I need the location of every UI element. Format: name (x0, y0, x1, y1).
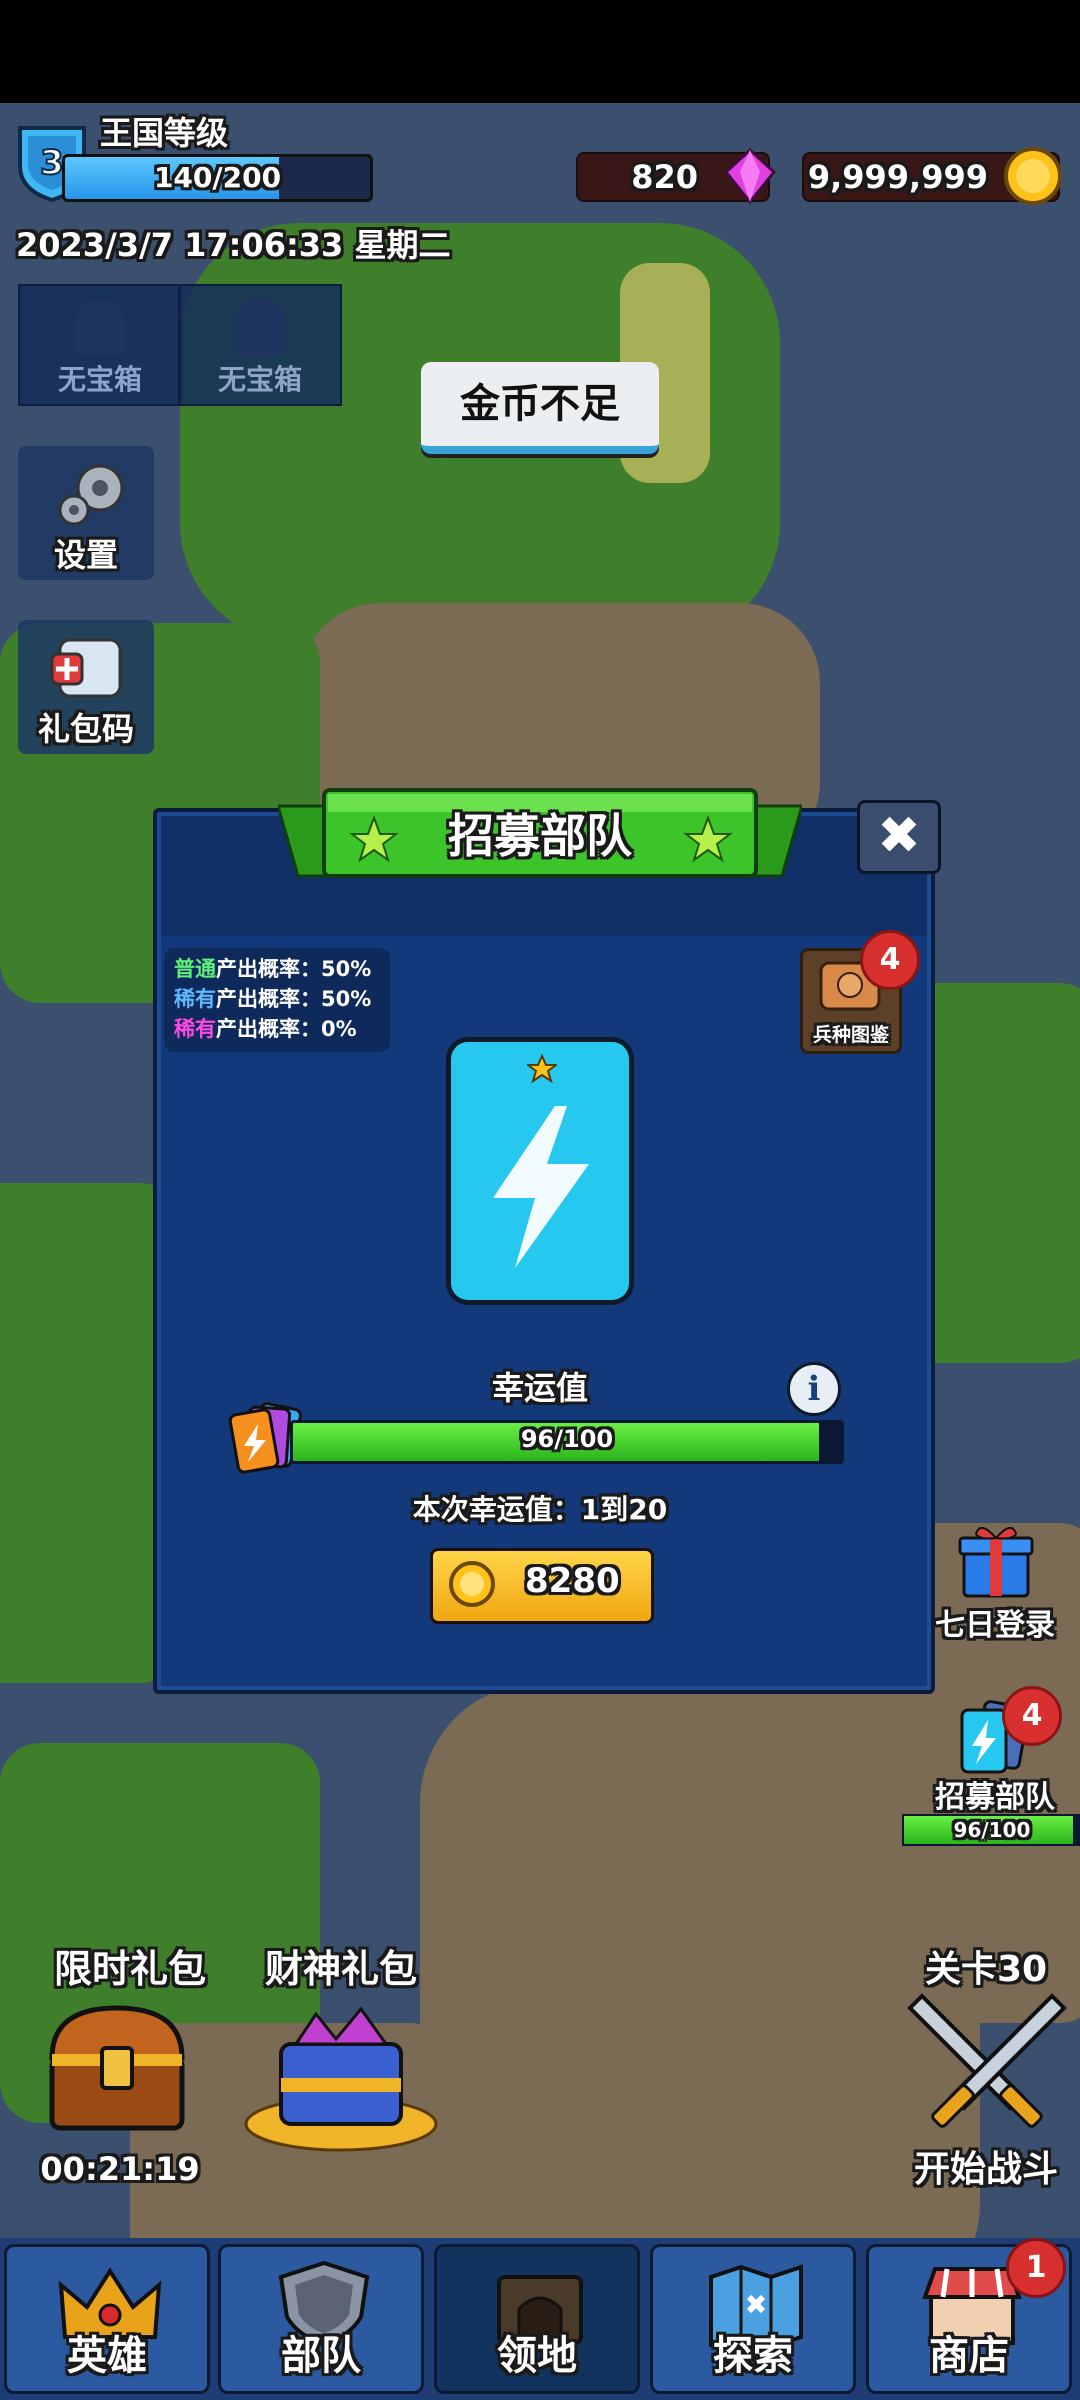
recruit-notification-badge: 4 (1002, 1686, 1062, 1746)
rate-row-rare: 稀有产出概率：50% (174, 984, 380, 1014)
gift-code-button[interactable]: 礼包码 (18, 620, 154, 754)
start-battle-button[interactable]: 关卡30 开始战斗 (892, 1940, 1080, 2190)
seven-day-login-button[interactable]: 七日登录 (920, 1520, 1070, 1643)
recruit-badge-count: 4 (1021, 1698, 1043, 1733)
limited-pack-label: 限时礼包 (53, 1947, 206, 1991)
nav-tab-troops[interactable]: 部队 (218, 2244, 424, 2394)
datetime-text: 2023/3/7 17:06:33 星期二 (16, 226, 451, 264)
dialog-title: 招募部队 (448, 809, 632, 863)
settings-label: 设置 (53, 536, 118, 574)
empty-chest-icon (235, 300, 285, 355)
luck-progress-bar: 96/100 (290, 1420, 844, 1464)
coin-count: 9,999,999 (807, 158, 988, 196)
limited-pack-timer: 00:21:19 (40, 2150, 200, 2188)
close-icon: ✖ (877, 806, 921, 866)
chest-slot-label: 无宝箱 (57, 363, 142, 396)
info-button[interactable]: i (787, 1362, 841, 1416)
nav-tab-label: 英雄 (67, 2333, 147, 2379)
stage-label: 关卡30 (924, 1949, 1048, 1990)
dialog-title-wrap: 招募部队 (278, 786, 802, 898)
bottom-nav-bar: 英雄 部队 领地 探索 商店 1 (0, 2238, 1080, 2400)
lightning-icon (493, 1106, 589, 1268)
insufficient-coins-toast: 金币不足 (421, 362, 659, 454)
toast-text: 金币不足 (460, 381, 620, 427)
luck-label: 幸运值 (491, 1369, 588, 1407)
shop-badge-count: 1 (1025, 2250, 1047, 2285)
rate-text: 产出概率：50% (216, 957, 372, 981)
treasure-pile-icon (244, 2006, 438, 2152)
shop-notification-badge: 1 (1006, 2238, 1066, 2298)
nav-tab-label: 商店 (929, 2333, 1009, 2379)
rate-text: 产出概率：50% (216, 987, 372, 1011)
gear-icon (58, 464, 124, 526)
nav-tab-label: 探索 (713, 2333, 793, 2379)
luck-progress-text: 96/100 (520, 1425, 614, 1453)
recruit-shortcut-progress: 96/100 (953, 1818, 1031, 1842)
gem-count: 820 (631, 158, 698, 196)
settings-button[interactable]: 设置 (18, 446, 154, 580)
coin-icon (1004, 147, 1062, 205)
nav-tab-territory[interactable]: 领地 (434, 2244, 640, 2394)
recruit-buy-button[interactable]: 8280 (430, 1548, 654, 1624)
status-bar (0, 0, 1080, 103)
rate-text: 产出概率：0% (216, 1017, 357, 1041)
buy-price: 8280 (525, 1561, 620, 1601)
wealth-pack-button[interactable]: 财神礼包 (236, 1938, 446, 2188)
nav-tab-label: 领地 (497, 2333, 577, 2379)
recruit-shortcut-label: 招募部队 (935, 1780, 1055, 1815)
nav-tab-label: 部队 (281, 2333, 361, 2379)
gift-scroll-icon (50, 638, 122, 698)
rate-tier: 普通 (174, 957, 216, 981)
rate-tier: 稀有 (174, 987, 216, 1011)
seven-day-login-label: 七日登录 (935, 1608, 1055, 1643)
kingdom-level-title: 王国等级 (100, 114, 229, 152)
rate-row-common: 普通产出概率：50% (174, 954, 380, 984)
codex-notification-badge: 4 (860, 930, 920, 990)
chest-slot-1[interactable]: 无宝箱 (18, 284, 182, 406)
chest-slot-label: 无宝箱 (217, 363, 302, 396)
rate-row-epic: 稀有产出概率：0% (174, 1014, 380, 1044)
star-icon (527, 1054, 557, 1084)
rate-tier: 稀有 (174, 1017, 216, 1041)
recruit-card (446, 1037, 634, 1305)
gift-box-icon (958, 1527, 1034, 1598)
gem-icon (723, 147, 777, 205)
codex-label: 兵种图鉴 (812, 1024, 889, 1046)
kingdom-xp-bar: 140/200 (62, 154, 373, 202)
coin-icon (449, 1561, 495, 1607)
treasure-chest-icon (49, 2005, 185, 2131)
chest-slot-2[interactable]: 无宝箱 (178, 284, 342, 406)
nav-tab-heroes[interactable]: 英雄 (4, 2244, 210, 2394)
luck-range-text: 本次幸运值：1到20 (412, 1493, 668, 1526)
empty-chest-icon (75, 300, 125, 355)
crossed-swords-icon (907, 1993, 1067, 2128)
recruit-shortcut-bar: 96/100 (902, 1814, 1080, 1846)
gift-code-label: 礼包码 (37, 710, 134, 748)
wealth-pack-label: 财神礼包 (264, 1947, 417, 1991)
nav-tab-explore[interactable]: 探索 (650, 2244, 856, 2394)
info-icon: i (807, 1369, 821, 1409)
close-button[interactable]: ✖ (857, 800, 941, 874)
start-battle-label: 开始战斗 (913, 2149, 1058, 2190)
drop-rates-panel: 普通产出概率：50% 稀有产出概率：50% 稀有产出概率：0% (164, 948, 390, 1052)
level-number: 3 (40, 143, 64, 183)
codex-badge-count: 4 (879, 942, 901, 977)
kingdom-xp-text: 140/200 (153, 161, 282, 194)
